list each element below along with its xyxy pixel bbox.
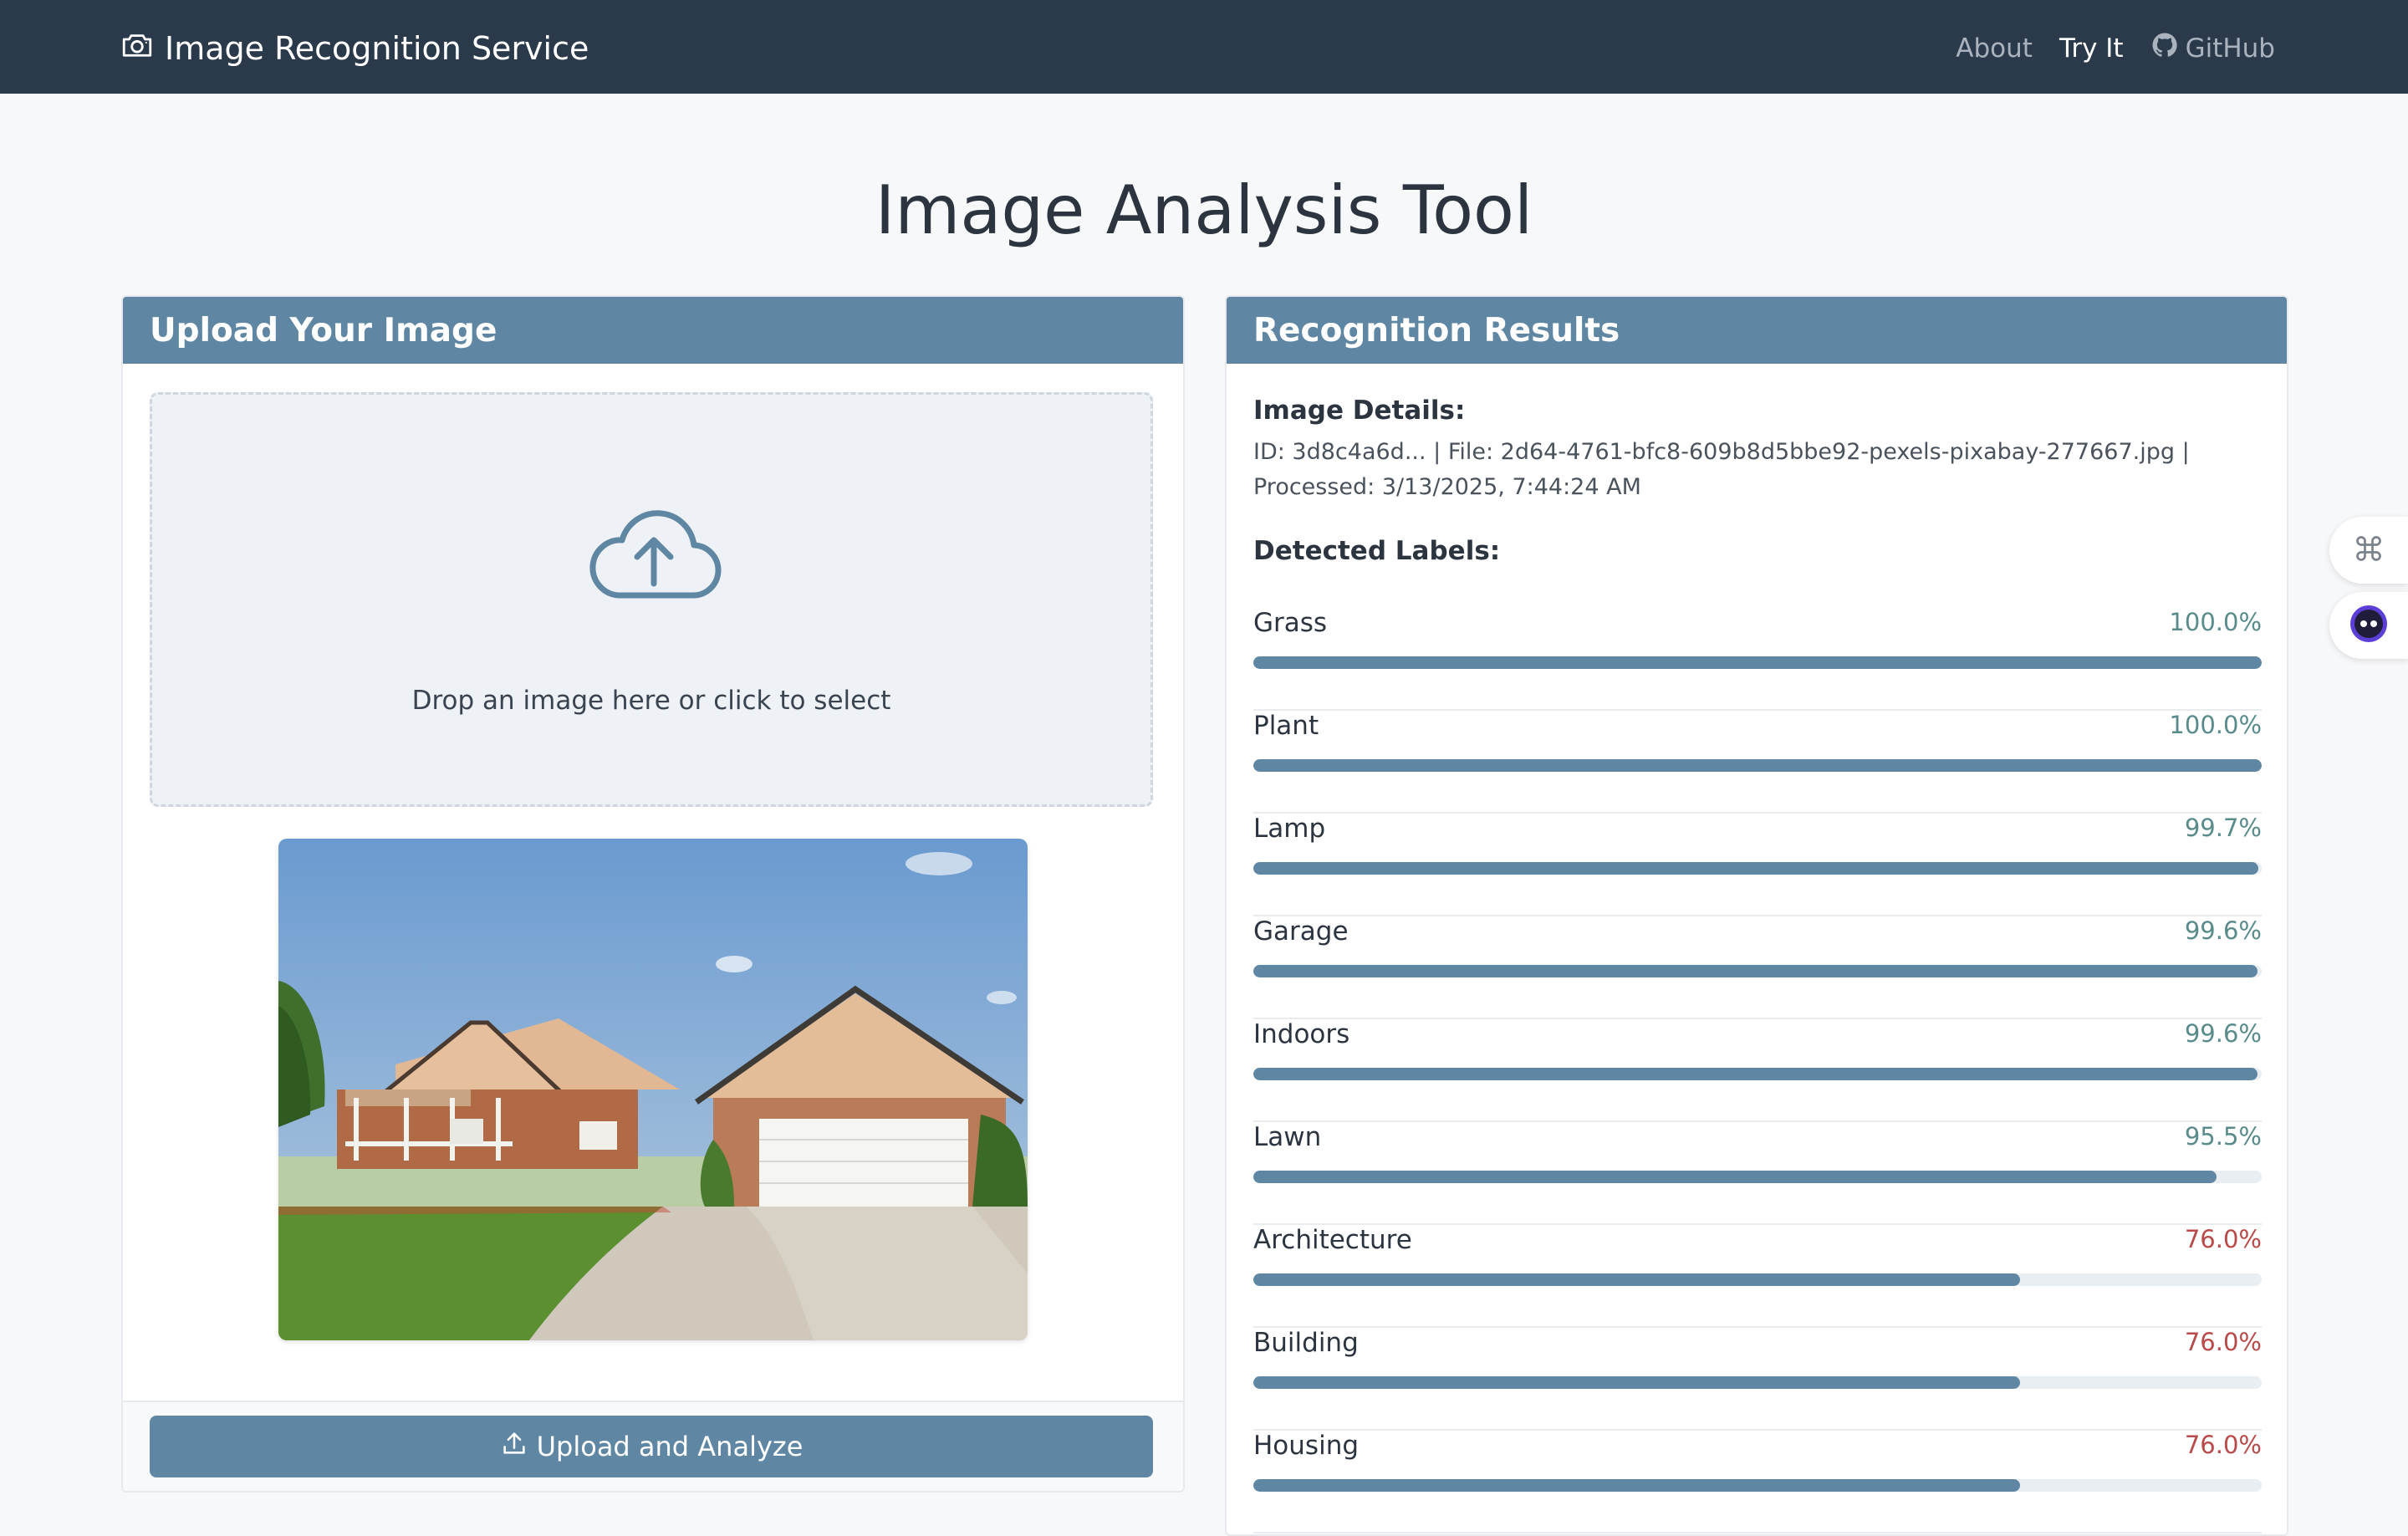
navbar: Image Recognition Service About Try It G… (0, 0, 2408, 94)
image-preview (278, 839, 1028, 1340)
command-icon (2354, 533, 2384, 567)
label-confidence: 76.0% (2184, 1328, 2262, 1356)
confidence-bar-fill (1253, 1171, 2217, 1183)
github-label: GitHub (2185, 33, 2275, 64)
label-row: Indoors 99.6% (1253, 1019, 2262, 1122)
confidence-bar-fill (1253, 656, 2262, 669)
confidence-bar (1253, 965, 2262, 977)
upload-card-header: Upload Your Image (123, 297, 1183, 364)
confidence-bar (1253, 1273, 2262, 1286)
upload-card-footer: Upload and Analyze (123, 1401, 1183, 1491)
confidence-bar (1253, 1376, 2262, 1389)
github-icon (2150, 31, 2179, 66)
label-confidence: 99.6% (2184, 1019, 2262, 1048)
label-name: Indoors (1253, 1019, 1350, 1049)
results-card: Recognition Results Image Details: ID: 3… (1225, 295, 2288, 1536)
page-title: Image Analysis Tool (875, 171, 1533, 249)
label-row: Lawn 95.5% (1253, 1122, 2262, 1225)
confidence-bar-fill (1253, 862, 2259, 875)
label-row: Building 76.0% (1253, 1328, 2262, 1431)
detected-labels-list: Grass 100.0% Plant 100.0% Lamp 99.7% Garage 99.… (1253, 608, 2262, 1533)
nav-link-github[interactable]: GitHub (2150, 31, 2275, 66)
label-row: Housing 76.0% (1253, 1431, 2262, 1533)
confidence-bar (1253, 656, 2262, 669)
label-row: Garage 99.6% (1253, 916, 2262, 1019)
image-details-heading: Image Details: (1253, 395, 1466, 426)
label-name: Grass (1253, 608, 1328, 638)
confidence-bar (1253, 1068, 2262, 1080)
dropzone[interactable]: Drop an image here or click to select (150, 392, 1153, 807)
upload-card: Upload Your Image Drop an image here or … (121, 295, 1185, 1493)
label-confidence: 100.0% (2169, 608, 2262, 636)
confidence-bar (1253, 862, 2262, 875)
nav-link-about[interactable]: About (1956, 33, 2033, 64)
confidence-bar-fill (1253, 1376, 2020, 1389)
upload-button-label: Upload and Analyze (536, 1431, 804, 1462)
image-details-text: ID: 3d8c4a6d... | File: 2d64-4761-bfc8-6… (1253, 439, 2190, 500)
brand[interactable]: Image Recognition Service (120, 25, 589, 72)
brand-label: Image Recognition Service (165, 30, 589, 67)
label-confidence: 100.0% (2169, 711, 2262, 739)
label-row: Plant 100.0% (1253, 711, 2262, 814)
label-confidence: 95.5% (2184, 1122, 2262, 1151)
label-confidence: 99.6% (2184, 916, 2262, 945)
confidence-bar-fill (1253, 1068, 2258, 1080)
upload-icon (500, 1429, 528, 1464)
confidence-bar (1253, 1171, 2262, 1183)
label-confidence: 99.7% (2184, 814, 2262, 842)
confidence-bar-fill (1253, 965, 2258, 977)
assistant-icon (2347, 602, 2390, 649)
assistant-button[interactable] (2329, 592, 2408, 659)
label-name: Lawn (1253, 1122, 1322, 1152)
confidence-bar (1253, 759, 2262, 772)
label-name: Plant (1253, 711, 1319, 741)
label-confidence: 76.0% (2184, 1225, 2262, 1253)
dropzone-text: Drop an image here or click to select (411, 686, 891, 716)
label-row: Lamp 99.7% (1253, 814, 2262, 916)
detected-labels-heading: Detected Labels: (1253, 536, 1501, 566)
confidence-bar (1253, 1479, 2262, 1492)
label-name: Housing (1253, 1431, 1360, 1461)
label-name: Lamp (1253, 814, 1326, 844)
results-card-header: Recognition Results (1227, 297, 2287, 364)
upload-and-analyze-button[interactable]: Upload and Analyze (150, 1416, 1153, 1477)
confidence-bar-fill (1253, 1479, 2020, 1492)
label-name: Building (1253, 1328, 1359, 1358)
label-name: Garage (1253, 916, 1349, 947)
label-confidence: 76.0% (2184, 1431, 2262, 1459)
confidence-bar-fill (1253, 1273, 2020, 1286)
command-button[interactable] (2329, 517, 2408, 584)
label-name: Architecture (1253, 1225, 1412, 1255)
label-row: Architecture 76.0% (1253, 1225, 2262, 1328)
nav-link-try-it[interactable]: Try It (2059, 33, 2124, 64)
nav-links: About Try It GitHub (1956, 25, 2275, 72)
confidence-bar-fill (1253, 759, 2262, 772)
label-row: Grass 100.0% (1253, 608, 2262, 711)
camera-icon (120, 28, 155, 70)
